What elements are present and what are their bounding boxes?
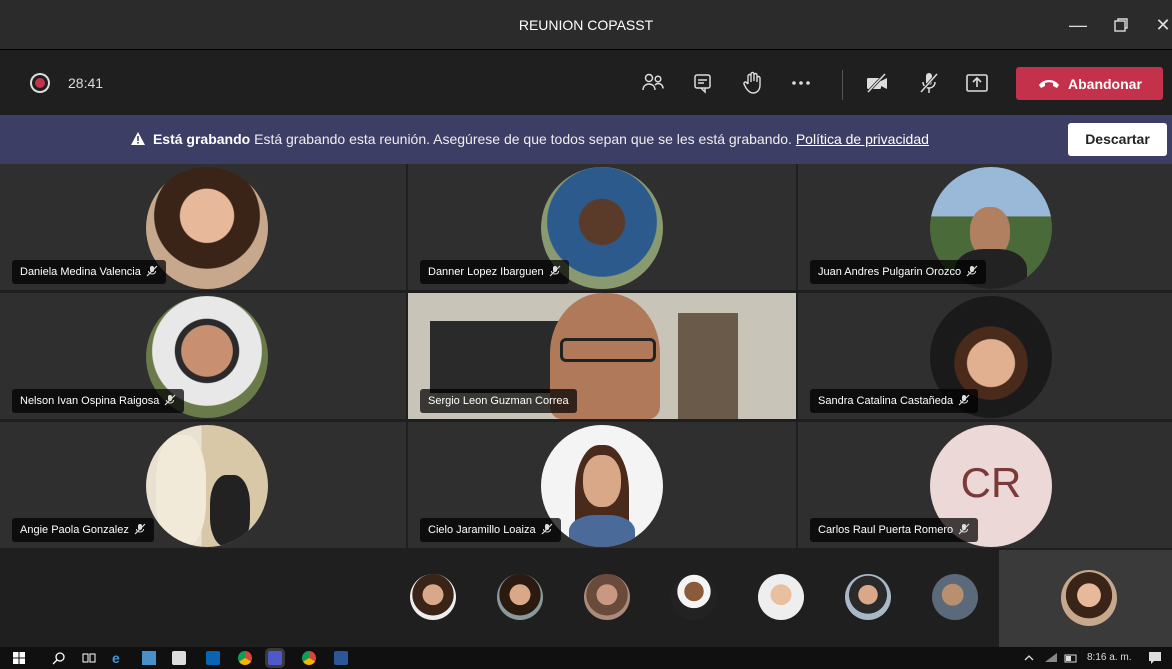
participant-name-label: Sandra Catalina Castañeda xyxy=(810,389,979,413)
share-screen-icon[interactable] xyxy=(964,70,990,96)
leave-button-label: Abandonar xyxy=(1068,76,1142,92)
participant-name-label: Angie Paola Gonzalez xyxy=(12,518,154,542)
restore-icon[interactable] xyxy=(1106,14,1136,36)
toolbar-divider xyxy=(842,70,843,100)
banner-title: Está grabando xyxy=(152,131,251,147)
overflow-participants-strip xyxy=(0,550,1172,647)
participant-name-label: Danner Lopez Ibarguen xyxy=(420,260,569,284)
battery-icon[interactable] xyxy=(1064,651,1078,665)
leave-button[interactable]: Abandonar xyxy=(1016,67,1163,100)
muted-mic-icon xyxy=(958,523,970,535)
participant-tile[interactable]: Daniela Medina Valencia xyxy=(0,164,406,290)
raise-hand-icon[interactable] xyxy=(740,70,766,96)
muted-mic-icon xyxy=(549,265,561,277)
participant-thumbnail[interactable] xyxy=(584,574,630,620)
meeting-toolbar: 28:41 Abandonar xyxy=(0,49,1172,115)
self-avatar xyxy=(1061,570,1117,626)
participant-thumbnail[interactable] xyxy=(758,574,804,620)
participant-tile[interactable]: Danner Lopez Ibarguen xyxy=(408,164,796,290)
notifications-icon[interactable] xyxy=(1148,651,1162,665)
task-view-icon[interactable] xyxy=(82,651,96,665)
muted-mic-icon xyxy=(146,265,158,277)
participant-thumbnail[interactable] xyxy=(932,574,978,620)
close-icon[interactable]: ✕ xyxy=(1148,14,1172,36)
windows-taskbar: e 8:16 a. m. xyxy=(0,647,1172,669)
privacy-policy-link[interactable]: Política de privacidad xyxy=(796,131,929,147)
wall-map-image xyxy=(430,321,570,393)
participant-name-label: Carlos Raul Puerta Romero xyxy=(810,518,979,542)
participant-thumbnail[interactable] xyxy=(671,574,717,620)
meeting-timer: 28:41 xyxy=(68,75,104,91)
window-title: REUNION COPASST xyxy=(518,17,654,33)
teams-icon[interactable] xyxy=(268,651,282,665)
participant-name-label: Juan Andres Pulgarin Orozco xyxy=(810,260,987,284)
participant-name-label: Nelson Ivan Ospina Raigosa xyxy=(12,389,185,413)
recording-banner: Está grabando Está grabando esta reunión… xyxy=(0,115,1172,164)
edge-icon[interactable]: e xyxy=(112,651,126,665)
recording-indicator-icon xyxy=(35,78,45,88)
dismiss-button[interactable]: Descartar xyxy=(1068,123,1167,156)
participant-tile[interactable]: Angie Paola Gonzalez xyxy=(0,422,406,548)
muted-mic-icon xyxy=(541,523,553,535)
participant-thumbnail[interactable] xyxy=(845,574,891,620)
muted-mic-icon xyxy=(966,265,978,277)
participant-tile[interactable]: CR Carlos Raul Puerta Romero xyxy=(798,422,1172,548)
hang-up-icon xyxy=(1039,80,1059,88)
participant-name-label: Cielo Jaramillo Loaiza xyxy=(420,518,561,542)
chrome-profile-icon[interactable] xyxy=(302,651,316,665)
more-icon[interactable] xyxy=(788,70,814,96)
participant-thumbnail[interactable] xyxy=(410,574,456,620)
banner-message: Está grabando esta reunión. Asegúrese de… xyxy=(254,131,792,147)
taskbar-clock[interactable]: 8:16 a. m. xyxy=(1087,652,1131,663)
chrome-icon[interactable] xyxy=(238,651,252,665)
file-explorer-icon[interactable] xyxy=(142,651,156,665)
wifi-icon[interactable] xyxy=(1044,651,1058,665)
store-icon[interactable] xyxy=(172,651,186,665)
participant-thumbnail[interactable] xyxy=(497,574,543,620)
chevron-up-icon[interactable] xyxy=(1022,651,1036,665)
participant-avatar xyxy=(146,425,268,547)
shelf-image xyxy=(678,313,738,419)
minimize-icon[interactable]: — xyxy=(1063,14,1093,36)
participant-tile[interactable]: Cielo Jaramillo Loaiza xyxy=(408,422,796,548)
participant-name-label: Daniela Medina Valencia xyxy=(12,260,166,284)
windows-start-icon[interactable] xyxy=(12,651,26,665)
word-icon[interactable] xyxy=(334,651,348,665)
mic-off-icon[interactable] xyxy=(916,70,942,96)
participant-tile[interactable]: Nelson Ivan Ospina Raigosa xyxy=(0,293,406,419)
title-bar: REUNION COPASST — ✕ xyxy=(0,0,1172,49)
participant-tile[interactable]: Juan Andres Pulgarin Orozco xyxy=(798,164,1172,290)
search-icon[interactable] xyxy=(52,651,66,665)
muted-mic-icon xyxy=(958,394,970,406)
self-view[interactable] xyxy=(999,550,1172,647)
participants-icon[interactable] xyxy=(640,70,666,96)
chat-icon[interactable] xyxy=(690,70,716,96)
muted-mic-icon xyxy=(134,523,146,535)
avatar-initials: CR xyxy=(960,459,1022,506)
outlook-icon[interactable] xyxy=(206,651,220,665)
warning-icon xyxy=(131,132,146,145)
camera-off-icon[interactable] xyxy=(864,70,890,96)
muted-mic-icon xyxy=(164,394,176,406)
participant-video-tile[interactable]: Sergio Leon Guzman Correa xyxy=(408,293,796,419)
participant-name-label: Sergio Leon Guzman Correa xyxy=(420,389,577,413)
participant-tile[interactable]: Sandra Catalina Castañeda xyxy=(798,293,1172,419)
